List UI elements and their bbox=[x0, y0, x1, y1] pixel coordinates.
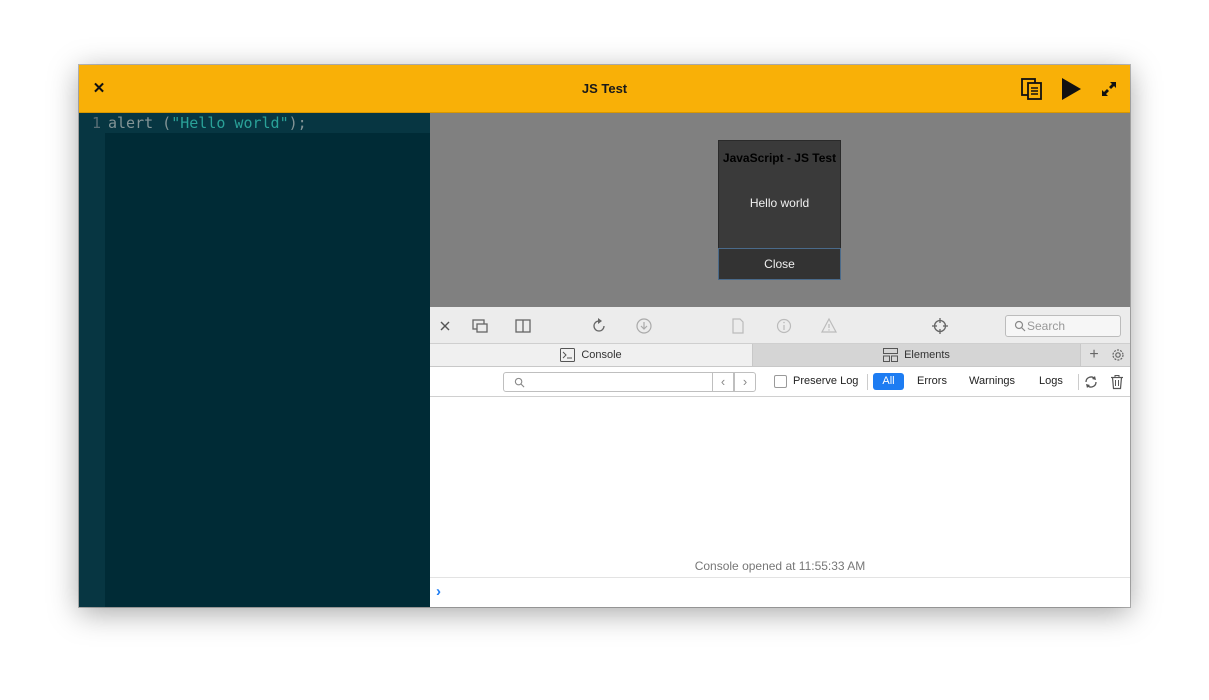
preview-pane: JavaScript - JS Test Hello world Close bbox=[430, 113, 1130, 307]
elements-icon bbox=[883, 348, 899, 363]
devtools-tab-bar: Console Elements + bbox=[430, 344, 1130, 367]
tab-console[interactable]: Console bbox=[430, 344, 753, 366]
console-opened-message: Console opened at 11:55:33 AM bbox=[694, 559, 866, 573]
download-icon bbox=[636, 318, 652, 334]
tab-elements[interactable]: Elements bbox=[753, 344, 1081, 366]
filter-logs-button[interactable]: Logs bbox=[1039, 375, 1063, 387]
preserve-log-label: Preserve Log bbox=[793, 375, 859, 387]
warning-icon bbox=[820, 317, 838, 333]
add-tab-button[interactable]: + bbox=[1086, 344, 1102, 366]
code-token-string: "Hello world" bbox=[171, 114, 289, 132]
app-window: ✕ JS Test 1 alert ("Hello world"); JavaS… bbox=[79, 65, 1130, 607]
filter-errors-button[interactable]: Errors bbox=[917, 375, 947, 387]
document-icon bbox=[732, 318, 744, 334]
tab-console-label: Console bbox=[581, 349, 622, 361]
line-gutter: 1 bbox=[79, 113, 105, 607]
console-filter-bar: ‹ › Preserve Log All Errors Warnings Log… bbox=[430, 367, 1130, 397]
gear-icon[interactable] bbox=[1110, 347, 1126, 363]
window-title: JS Test bbox=[581, 81, 628, 96]
tab-elements-label: Elements bbox=[904, 349, 950, 361]
alert-close-button[interactable]: Close bbox=[718, 248, 841, 280]
console-prompt-input[interactable]: › bbox=[430, 577, 1130, 607]
divider bbox=[867, 374, 868, 390]
search-icon bbox=[1014, 320, 1026, 332]
devtools-panel: Search Console Elements + ‹ › Preserve L… bbox=[430, 307, 1130, 607]
previous-result-button[interactable]: ‹ bbox=[712, 372, 734, 392]
code-editor[interactable]: 1 alert ("Hello world"); bbox=[79, 113, 430, 607]
title-bar: ✕ JS Test bbox=[79, 65, 1130, 113]
alert-message: Hello world bbox=[749, 196, 810, 210]
play-icon[interactable] bbox=[1059, 77, 1083, 101]
preserve-log-checkbox[interactable] bbox=[774, 375, 787, 388]
code-token-end: ); bbox=[288, 114, 307, 132]
divider bbox=[1078, 374, 1079, 390]
console-filter-input[interactable] bbox=[503, 372, 713, 392]
console-icon bbox=[560, 348, 576, 363]
search-icon bbox=[514, 377, 525, 388]
code-line[interactable]: alert ("Hello world"); bbox=[105, 113, 430, 133]
line-number: 1 bbox=[91, 114, 101, 132]
copy-document-icon[interactable] bbox=[1020, 77, 1044, 101]
undock-icon[interactable] bbox=[471, 317, 489, 335]
next-result-button[interactable]: › bbox=[734, 372, 756, 392]
filter-warnings-button[interactable]: Warnings bbox=[969, 375, 1015, 387]
alert-title: JavaScript - JS Test bbox=[722, 151, 837, 165]
devtools-search-input[interactable]: Search bbox=[1005, 315, 1121, 337]
devtools-toolbar: Search bbox=[430, 307, 1130, 344]
alert-dialog: JavaScript - JS Test Hello world Close bbox=[718, 140, 841, 280]
expand-icon[interactable] bbox=[1101, 81, 1117, 97]
search-placeholder: Search bbox=[1027, 319, 1066, 333]
prompt-chevron-icon: › bbox=[436, 583, 441, 600]
close-icon[interactable] bbox=[437, 318, 453, 334]
reload-icon[interactable] bbox=[590, 317, 608, 335]
trash-icon[interactable] bbox=[1109, 374, 1125, 390]
filter-all-button[interactable]: All bbox=[873, 373, 904, 390]
dock-side-icon[interactable] bbox=[514, 317, 532, 335]
code-token-call: alert ( bbox=[108, 114, 172, 132]
info-icon bbox=[776, 318, 792, 334]
inspect-target-icon[interactable] bbox=[931, 317, 949, 335]
refresh-icon[interactable] bbox=[1083, 374, 1099, 390]
